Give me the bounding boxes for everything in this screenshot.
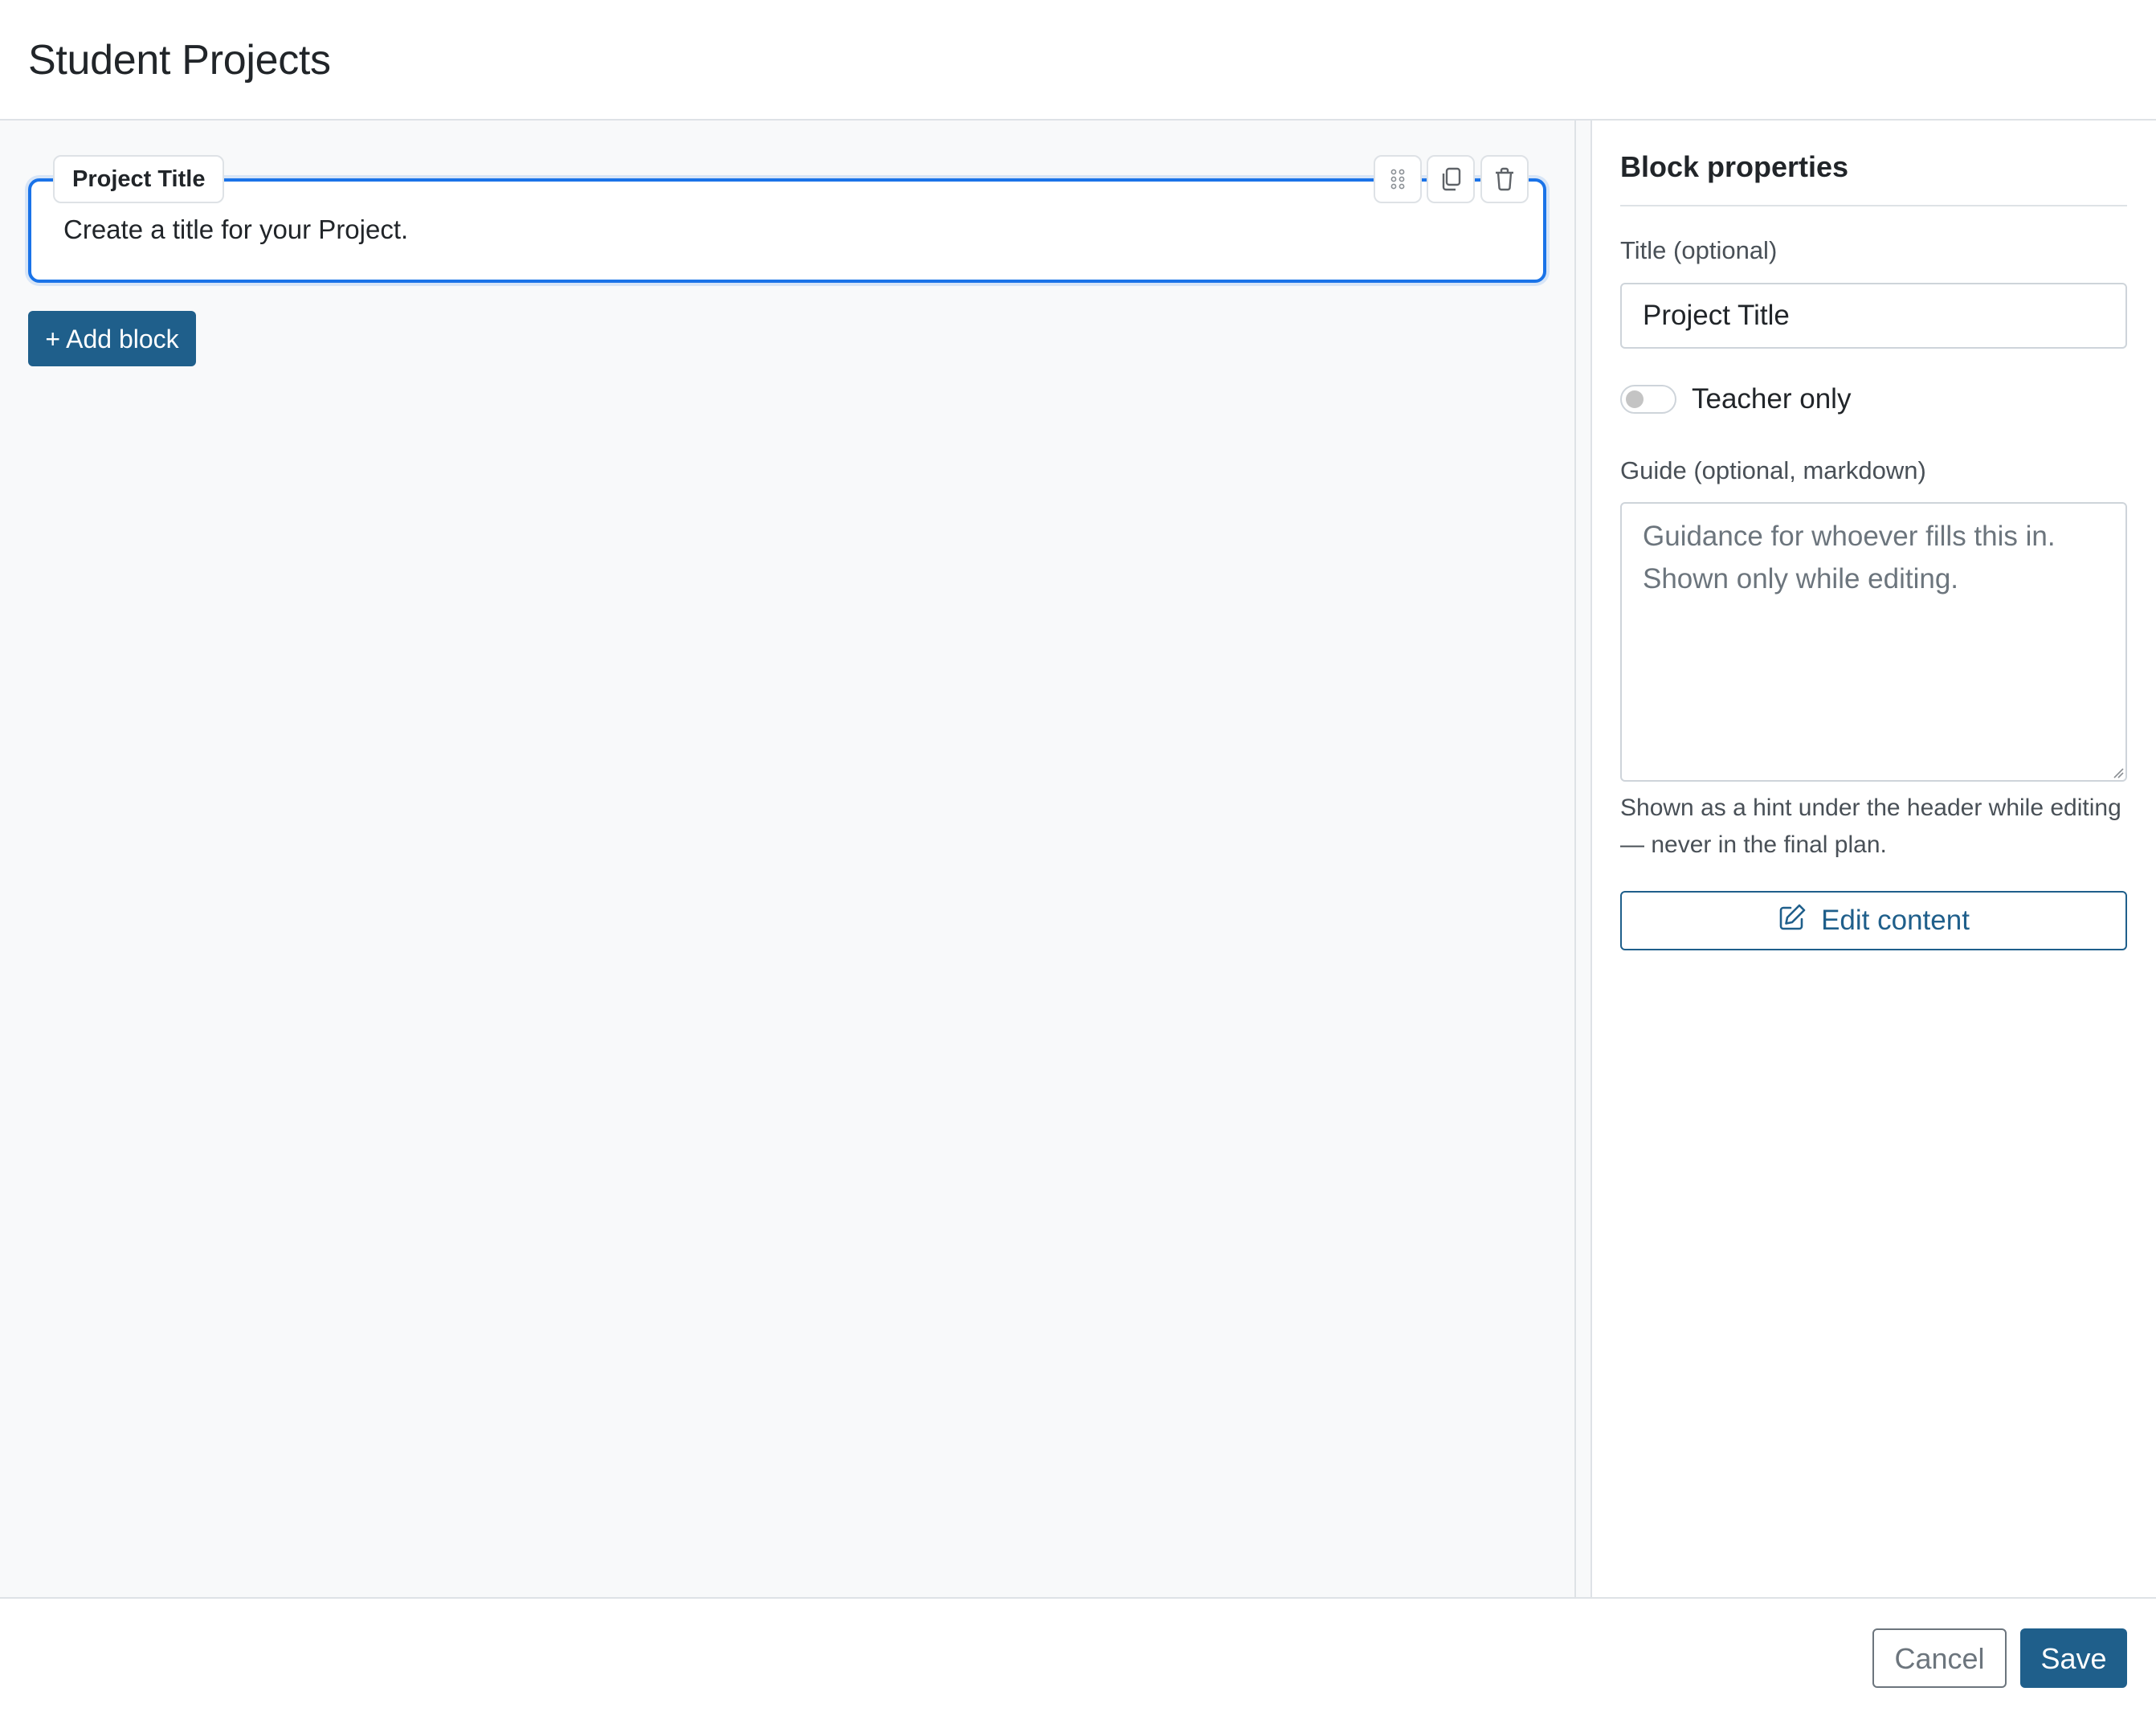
drag-handle-icon	[1389, 169, 1407, 190]
dialog-footer	[0, 1597, 2156, 1716]
panel-divider	[1590, 121, 1592, 1597]
properties-heading: Block properties	[1620, 150, 1849, 183]
guide-textarea[interactable]: Guidance for whoever fills this in. Show…	[1620, 502, 2127, 782]
add-block-button[interactable]: + Add block	[28, 311, 196, 366]
duplicate-block-button[interactable]	[1427, 155, 1475, 203]
resize-grip-icon[interactable]	[2113, 767, 2124, 782]
block-content: Create a title for your Project.	[63, 214, 409, 244]
duplicate-icon	[1439, 167, 1462, 191]
toggle-knob	[1626, 390, 1644, 408]
pencil-square-icon	[1778, 903, 1807, 939]
page-title: Student Projects	[28, 37, 331, 84]
guide-help-text: Shown as a hint under the header while e…	[1620, 795, 2121, 858]
delete-block-button[interactable]	[1480, 155, 1529, 203]
title-field-label: Title (optional)	[1620, 236, 1778, 264]
guide-field-label: Guide (optional, markdown)	[1620, 456, 1926, 484]
editor-canvas	[0, 121, 1574, 1597]
cancel-button[interactable]: Cancel	[1872, 1628, 2007, 1688]
page-header: Student Projects	[0, 0, 2156, 121]
trash-icon	[1494, 167, 1515, 191]
edit-content-label: Edit content	[1821, 905, 1970, 936]
edit-content-button[interactable]: Edit content	[1620, 891, 2127, 950]
teacher-only-toggle[interactable]	[1620, 385, 1676, 414]
properties-divider	[1620, 205, 2127, 206]
save-button[interactable]: Save	[2020, 1628, 2127, 1688]
title-input[interactable]: Project Title	[1620, 283, 2127, 349]
panel-gutter	[1576, 121, 1590, 1597]
drag-handle-button[interactable]	[1374, 155, 1422, 203]
selected-block[interactable]: Create a title for your Project.	[28, 178, 1546, 283]
block-title-tab: Project Title	[53, 155, 225, 203]
teacher-only-label: Teacher only	[1692, 383, 1852, 415]
